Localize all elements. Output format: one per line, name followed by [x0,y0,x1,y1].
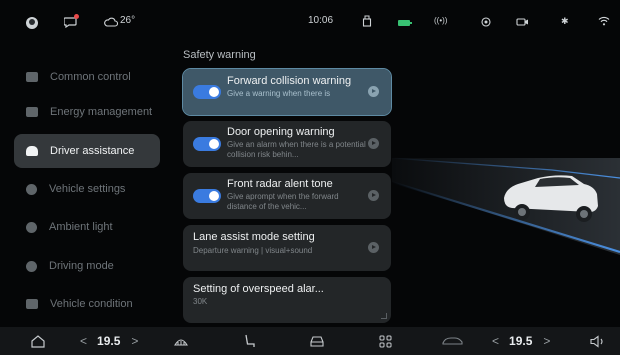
sidebar-item-label: Common control [50,71,131,83]
settings-sidebar: Common control Energy management Driver … [0,50,175,325]
bluetooth-icon: ✱ [561,16,569,26]
status-bar: 26° 10:06 ((•)) ✱ [0,0,620,42]
right-temp-value: 19.5 [509,334,533,348]
card-title: Forward collision warning [227,75,352,87]
wifi-icon [598,16,610,26]
info-arrow-icon[interactable] [368,138,379,149]
left-temp-value: 19.5 [97,334,121,348]
info-arrow-icon[interactable] [368,242,379,253]
card-lane-assist-mode[interactable]: Lane assist mode setting Departure warni… [183,225,391,271]
left-temp-increase-button[interactable]: > [131,334,138,348]
sidebar-item-label: Vehicle condition [50,298,133,310]
chart-icon [26,299,38,309]
right-temp-decrease-button[interactable]: < [492,334,499,348]
card-door-opening-warning[interactable]: Door opening warning Give an alarm when … [183,121,391,167]
section-title: Safety warning [183,49,256,61]
front-radar-toggle[interactable] [193,189,221,203]
sidebar-item-vehicle-condition[interactable]: Vehicle condition [14,287,160,321]
card-subtitle: Give an alarm when there is a potential … [227,140,366,159]
right-temp-control: < 19.5 > [492,327,550,355]
sidebar-item-common-control[interactable]: Common control [14,60,160,94]
sidebar-item-label: Energy management [50,106,153,118]
card-title: Lane assist mode setting [193,231,315,243]
bottom-dock: < 19.5 > < 19.5 > [0,327,620,355]
card-overspeed-alarm[interactable]: Setting of overspeed alar... 30K [183,277,391,323]
left-temp-decrease-button[interactable]: < [80,334,87,348]
sidebar-item-energy-management[interactable]: Energy management [14,95,160,129]
sidebar-item-label: Driving mode [49,260,114,272]
camera-icon [516,18,528,26]
car-front-icon [26,146,38,156]
info-arrow-icon[interactable] [368,86,379,97]
car-side-icon[interactable] [442,336,464,347]
card-title: Front radar alent tone [227,178,333,190]
location-icon [481,17,491,27]
grid-icon [26,72,38,82]
notification-dot [74,14,79,19]
steering-icon [26,260,37,272]
card-forward-collision-warning[interactable]: Forward collision warning Give a warning… [182,68,392,116]
front-defrost-icon[interactable] [173,335,189,348]
clock-time: 10:06 [308,15,334,26]
battery-icon [398,20,412,26]
battery-icon [26,107,38,117]
card-subtitle: Departure warning | visual+sound [193,246,313,255]
home-icon[interactable] [31,335,45,348]
volume-icon[interactable] [590,335,606,348]
info-arrow-icon[interactable] [368,190,379,201]
resize-handle-icon [381,313,387,319]
apps-grid-icon[interactable] [379,335,392,348]
card-subtitle: Give a warning when there is [227,89,331,98]
door-opening-toggle[interactable] [193,137,221,151]
right-temp-increase-button[interactable]: > [543,334,550,348]
sidebar-item-vehicle-settings[interactable]: Vehicle settings [14,172,160,206]
sidebar-item-label: Ambient light [49,221,113,233]
left-temp-control: < 19.5 > [80,327,138,355]
sidebar-item-label: Vehicle settings [49,183,126,195]
sidebar-item-ambient-light[interactable]: Ambient light [14,210,160,244]
card-subtitle: 30K [193,297,208,306]
usb-icon [362,15,372,27]
signal-broadcast-icon: ((•)) [434,16,448,25]
settings-icon [26,183,37,195]
light-icon [26,221,37,233]
forward-collision-toggle[interactable] [193,85,221,99]
vehicle-scene [392,157,620,255]
sidebar-item-label: Driver assistance [50,145,135,157]
card-title: Setting of overspeed alar... [193,283,324,295]
sidebar-item-driver-assistance[interactable]: Driver assistance [14,134,160,168]
car-front-icon[interactable] [309,335,325,348]
card-subtitle: Give aprompt when the forward distance o… [227,192,339,211]
user-avatar-icon[interactable] [26,17,38,29]
seat-icon[interactable] [244,334,256,349]
sidebar-item-driving-mode[interactable]: Driving mode [14,249,160,283]
weather-temp: 26° [120,15,136,26]
weather-cloud-icon [104,17,118,27]
card-title: Door opening warning [227,126,335,138]
card-front-radar-alert-tone[interactable]: Front radar alent tone Give aprompt when… [183,173,391,219]
